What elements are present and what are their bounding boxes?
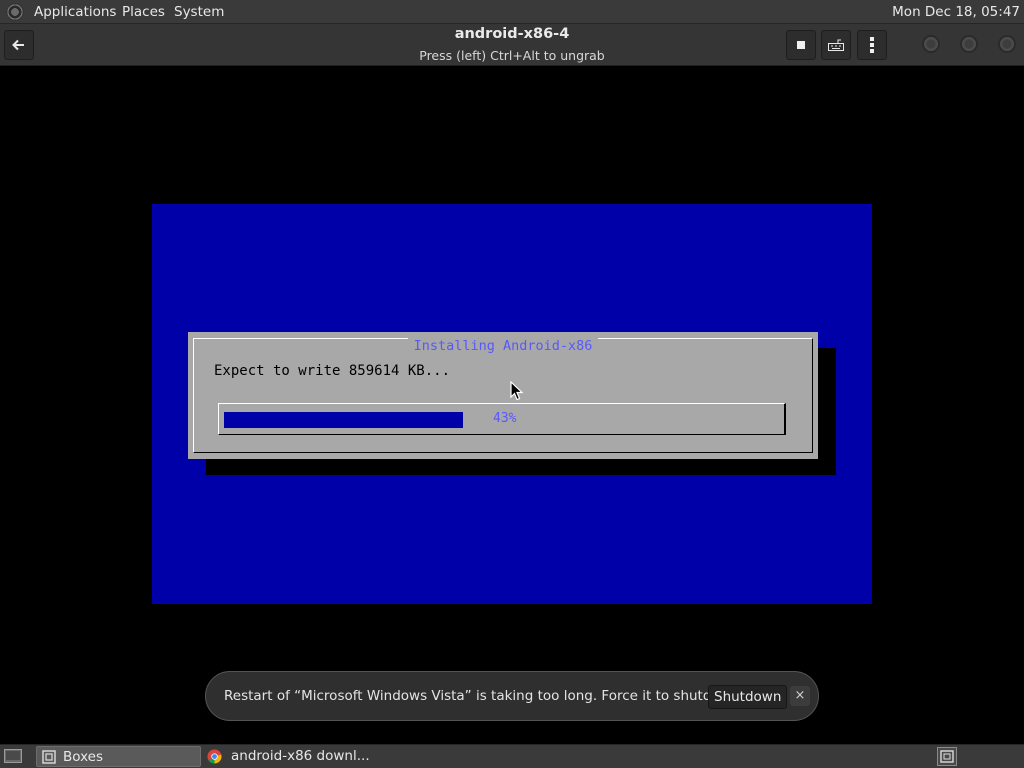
- clock[interactable]: Mon Dec 18, 05:47: [892, 4, 1020, 20]
- maximize-window-icon[interactable]: [960, 35, 978, 53]
- keyboard-button[interactable]: [821, 30, 851, 60]
- task-boxes[interactable]: Boxes: [36, 746, 201, 767]
- stop-icon: [797, 41, 805, 49]
- dialog-message: Expect to write 859614 KB...: [214, 363, 451, 379]
- progress-bar: 43%: [218, 403, 786, 435]
- minimize-window-icon[interactable]: [922, 35, 940, 53]
- vertical-ellipsis-icon: [870, 37, 874, 53]
- notification-bar: Restart of “Microsoft Windows Vista” is …: [205, 671, 819, 721]
- stop-button[interactable]: [786, 30, 816, 60]
- boxes-tray-icon[interactable]: [937, 747, 957, 766]
- chrome-icon: [207, 749, 222, 764]
- keyboard-icon: [828, 39, 844, 51]
- dialog-title: Installing Android-x86: [407, 338, 599, 354]
- menu-logo-icon[interactable]: [6, 3, 24, 21]
- vm-display[interactable]: Installing Android-x86 Expect to write 8…: [0, 66, 1024, 742]
- task-label: Boxes: [63, 749, 104, 765]
- progress-fill: [224, 412, 463, 428]
- progress-percent: 43%: [493, 411, 517, 426]
- menu-system[interactable]: System: [174, 4, 224, 20]
- menu-applications[interactable]: Applications: [34, 4, 116, 20]
- notification-message: Restart of “Microsoft Windows Vista” is …: [224, 688, 747, 704]
- mouse-pointer-icon: [510, 381, 524, 401]
- bottom-taskbar: Boxes android-x86 downl...: [0, 744, 1024, 768]
- shutdown-button[interactable]: Shutdown: [708, 685, 788, 709]
- boxes-icon: [42, 750, 56, 764]
- header-bar: android-x86-4 Press (left) Ctrl+Alt to u…: [0, 24, 1024, 66]
- close-window-icon[interactable]: [998, 35, 1016, 53]
- menu-places[interactable]: Places: [122, 4, 165, 20]
- properties-menu-button[interactable]: [857, 30, 887, 60]
- installer-dialog: Installing Android-x86 Expect to write 8…: [188, 332, 818, 459]
- task-chrome[interactable]: android-x86 downl...: [204, 746, 370, 767]
- close-notification-icon[interactable]: ×: [790, 686, 810, 706]
- dialog-frame: Installing Android-x86: [193, 338, 813, 453]
- top-panel: Applications Places System Mon Dec 18, 0…: [0, 0, 1024, 24]
- task-label: android-x86 downl...: [231, 748, 370, 764]
- show-desktop-icon[interactable]: [4, 748, 22, 764]
